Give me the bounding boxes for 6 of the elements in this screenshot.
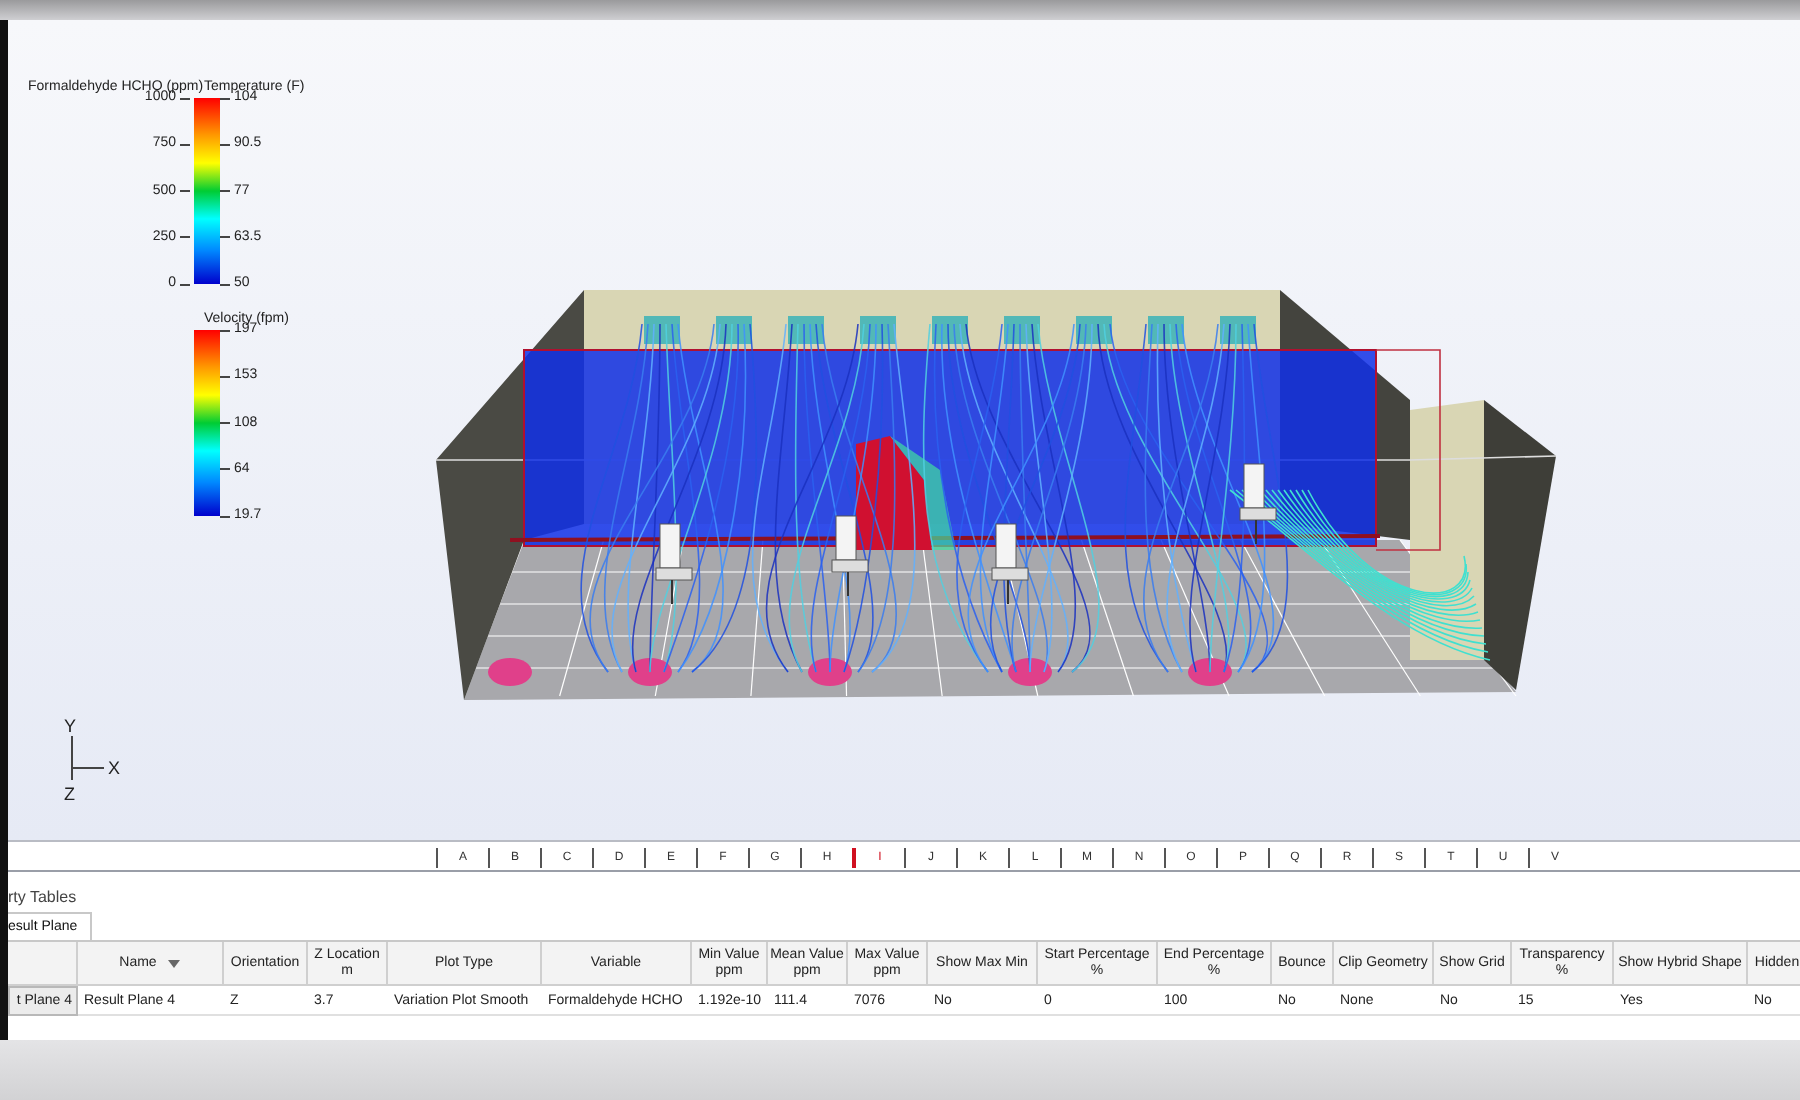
dropdown-icon[interactable]	[168, 959, 181, 967]
axis-label: Y	[64, 716, 77, 736]
panel-title: rty Tables	[8, 888, 77, 906]
axis-label: X	[108, 758, 121, 778]
axis-label: Z	[64, 784, 75, 804]
axis-lines-icon	[71, 735, 105, 781]
